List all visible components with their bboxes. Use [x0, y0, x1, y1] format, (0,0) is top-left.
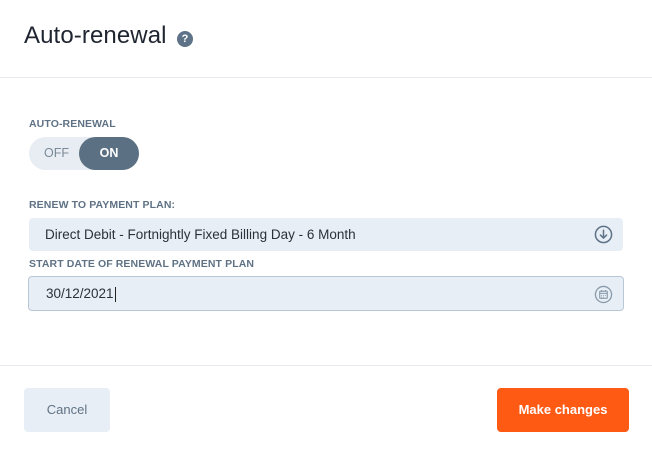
dialog-header: Auto-renewal ?: [0, 0, 652, 78]
make-changes-button[interactable]: Make changes: [497, 388, 629, 432]
cancel-button[interactable]: Cancel: [24, 388, 110, 432]
toggle-off-option[interactable]: OFF: [29, 137, 84, 170]
dialog-title: Auto-renewal: [24, 22, 167, 49]
start-date-value: 30/12/2021: [46, 286, 116, 302]
question-circle-icon[interactable]: ?: [177, 31, 193, 47]
text-caret: [114, 286, 116, 302]
toggle-on-option[interactable]: ON: [79, 137, 139, 170]
arrow-down-circle-icon[interactable]: [594, 225, 613, 244]
calendar-icon[interactable]: [594, 285, 613, 304]
auto-renewal-dialog: Auto-renewal ? AUTO-RENEWAL OFF ON RENEW…: [0, 0, 652, 454]
auto-renewal-label: AUTO-RENEWAL: [29, 118, 116, 130]
payment-plan-select[interactable]: Direct Debit - Fortnightly Fixed Billing…: [29, 218, 623, 251]
auto-renewal-toggle[interactable]: OFF ON: [29, 137, 139, 170]
footer-divider: [0, 365, 652, 366]
payment-plan-value: Direct Debit - Fortnightly Fixed Billing…: [45, 227, 356, 242]
start-date-label: START DATE OF RENEWAL PAYMENT PLAN: [29, 258, 255, 270]
payment-plan-label: RENEW TO PAYMENT PLAN:: [29, 199, 176, 211]
start-date-input[interactable]: 30/12/2021: [28, 276, 624, 311]
